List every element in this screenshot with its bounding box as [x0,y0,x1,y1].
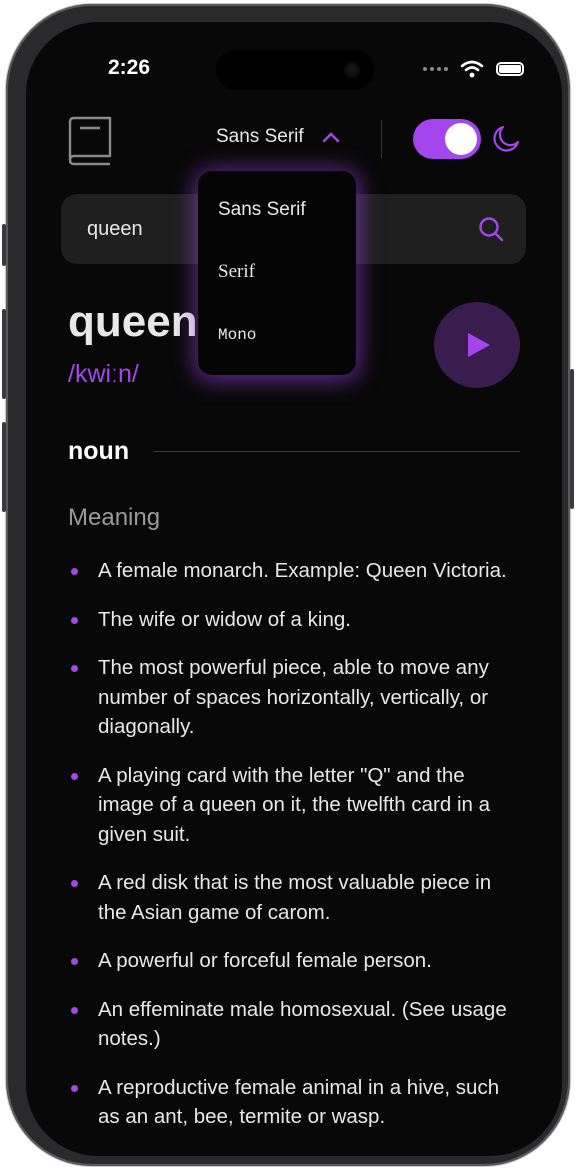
divider-line [153,451,520,452]
top-bar: Sans Serif [26,112,562,168]
play-icon [468,333,490,357]
definition-item: A reproductive female animal in a hive, … [68,1073,513,1132]
volume-down-button [2,422,6,512]
definition-item: A powerful or forceful female person. [68,946,513,976]
volume-up-button [2,309,6,399]
font-selector-label: Sans Serif [216,126,304,147]
app-screen: 2:26 Sans Serif queen queen /kwiːn/ noun… [26,22,562,1156]
toggle-knob [445,123,477,155]
phone-frame: 2:26 Sans Serif queen queen /kwiːn/ noun… [2,4,574,1166]
status-icons [423,60,524,78]
book-icon [68,116,112,166]
meaning-heading: Meaning [68,504,161,531]
definition-item: The wife or widow of a king. [68,605,513,635]
moon-icon[interactable] [491,124,521,154]
part-of-speech: noun [68,437,130,465]
phonetic: /kwiːn/ [68,360,139,388]
font-option-mono[interactable]: Mono [218,326,256,344]
chevron-up-icon [322,131,340,143]
search-icon[interactable] [478,216,504,242]
font-selector[interactable]: Sans Serif [216,126,340,148]
definition-list: A female monarch. Example: Queen Victori… [68,556,513,1151]
play-button[interactable] [434,302,520,388]
definition-item: An effeminate male homosexual. (See usag… [68,995,513,1054]
font-option-serif[interactable]: Serif [218,261,255,283]
dynamic-island [216,50,374,90]
definition-item: A playing card with the letter "Q" and t… [68,761,513,850]
power-button [570,369,574,509]
definition-item: The most powerful piece, able to move an… [68,653,513,742]
signal-icon [423,67,448,71]
battery-icon [496,62,524,76]
search-input[interactable]: queen [87,218,143,241]
theme-toggle[interactable] [413,119,481,159]
definition-item: A red disk that is the most valuable pie… [68,868,513,927]
wifi-icon [460,60,484,78]
font-option-sans-serif[interactable]: Sans Serif [218,199,306,221]
definition-item: A female monarch. Example: Queen Victori… [68,556,513,586]
word-title: queen [68,297,198,346]
mute-switch [2,224,6,266]
header-divider [381,120,382,158]
font-dropdown-menu: Sans Serif Serif Mono [198,171,356,375]
status-time: 2:26 [108,56,151,79]
